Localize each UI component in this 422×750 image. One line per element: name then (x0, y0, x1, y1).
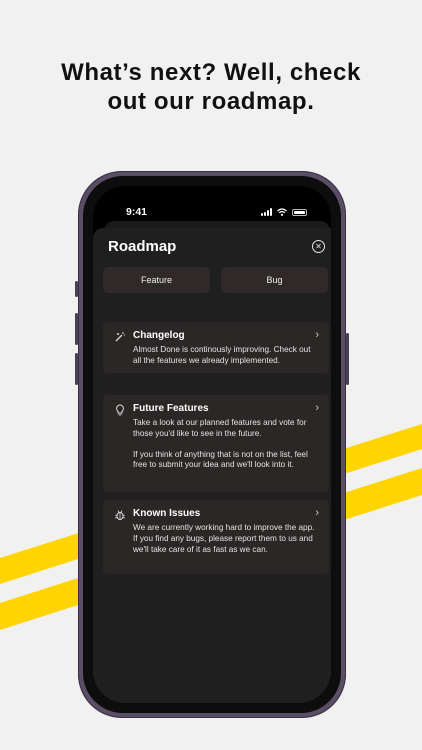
sheet-title: Roadmap (108, 238, 177, 255)
card-paragraph: If you think of anything that is not on … (133, 449, 308, 470)
feature-button[interactable]: Feature (103, 267, 210, 293)
phone-screen: 9:41 Roadmap ✕ Feature Bug Changelog › A… (93, 186, 331, 703)
headline-line-1: What’s next? Well, check (61, 59, 361, 86)
magic-wand-icon (115, 332, 125, 342)
battery-icon (292, 208, 307, 216)
card-paragraph: Take a look at our planned features and … (133, 418, 307, 438)
chevron-right-icon: › (315, 507, 319, 519)
bug-icon (114, 510, 126, 521)
card-description: We are currently working hard to improve… (133, 523, 317, 555)
card-title: Changelog (133, 330, 185, 341)
headline: What’s next? Well, check out our roadmap… (0, 58, 422, 116)
card-paragraph: Almost Done is continously improving. Ch… (133, 345, 311, 365)
card-paragraph: We are currently working hard to improve… (133, 523, 315, 554)
chevron-right-icon: › (315, 402, 319, 414)
card-title: Future Features (133, 403, 209, 414)
phone-bezel: 9:41 Roadmap ✕ Feature Bug Changelog › A… (83, 176, 341, 713)
phone-mockup: 9:41 Roadmap ✕ Feature Bug Changelog › A… (75, 171, 349, 718)
card-description: Almost Done is continously improving. Ch… (133, 345, 317, 367)
changelog-card[interactable]: Changelog › Almost Done is continously i… (103, 322, 329, 373)
card-title: Known Issues (133, 508, 201, 519)
lightbulb-icon (116, 404, 124, 416)
cellular-signal-icon (261, 208, 272, 216)
wifi-icon (277, 208, 287, 216)
power-button (346, 333, 349, 385)
card-description: Take a look at our planned features and … (133, 418, 317, 471)
chevron-right-icon: › (315, 329, 319, 341)
volume-up-button (75, 313, 78, 345)
volume-down-button (75, 353, 78, 385)
status-icons (261, 206, 307, 218)
close-icon: ✕ (315, 241, 322, 251)
bug-button[interactable]: Bug (221, 267, 328, 293)
close-button[interactable]: ✕ (312, 240, 325, 253)
status-time: 9:41 (126, 206, 148, 218)
known-issues-card[interactable]: Known Issues › We are currently working … (103, 500, 329, 574)
mute-switch (75, 281, 78, 297)
headline-line-2: out our roadmap. (107, 88, 315, 115)
roadmap-sheet: Roadmap ✕ Feature Bug Changelog › Almost… (93, 228, 331, 703)
future-features-card[interactable]: Future Features › Take a look at our pla… (103, 395, 329, 492)
